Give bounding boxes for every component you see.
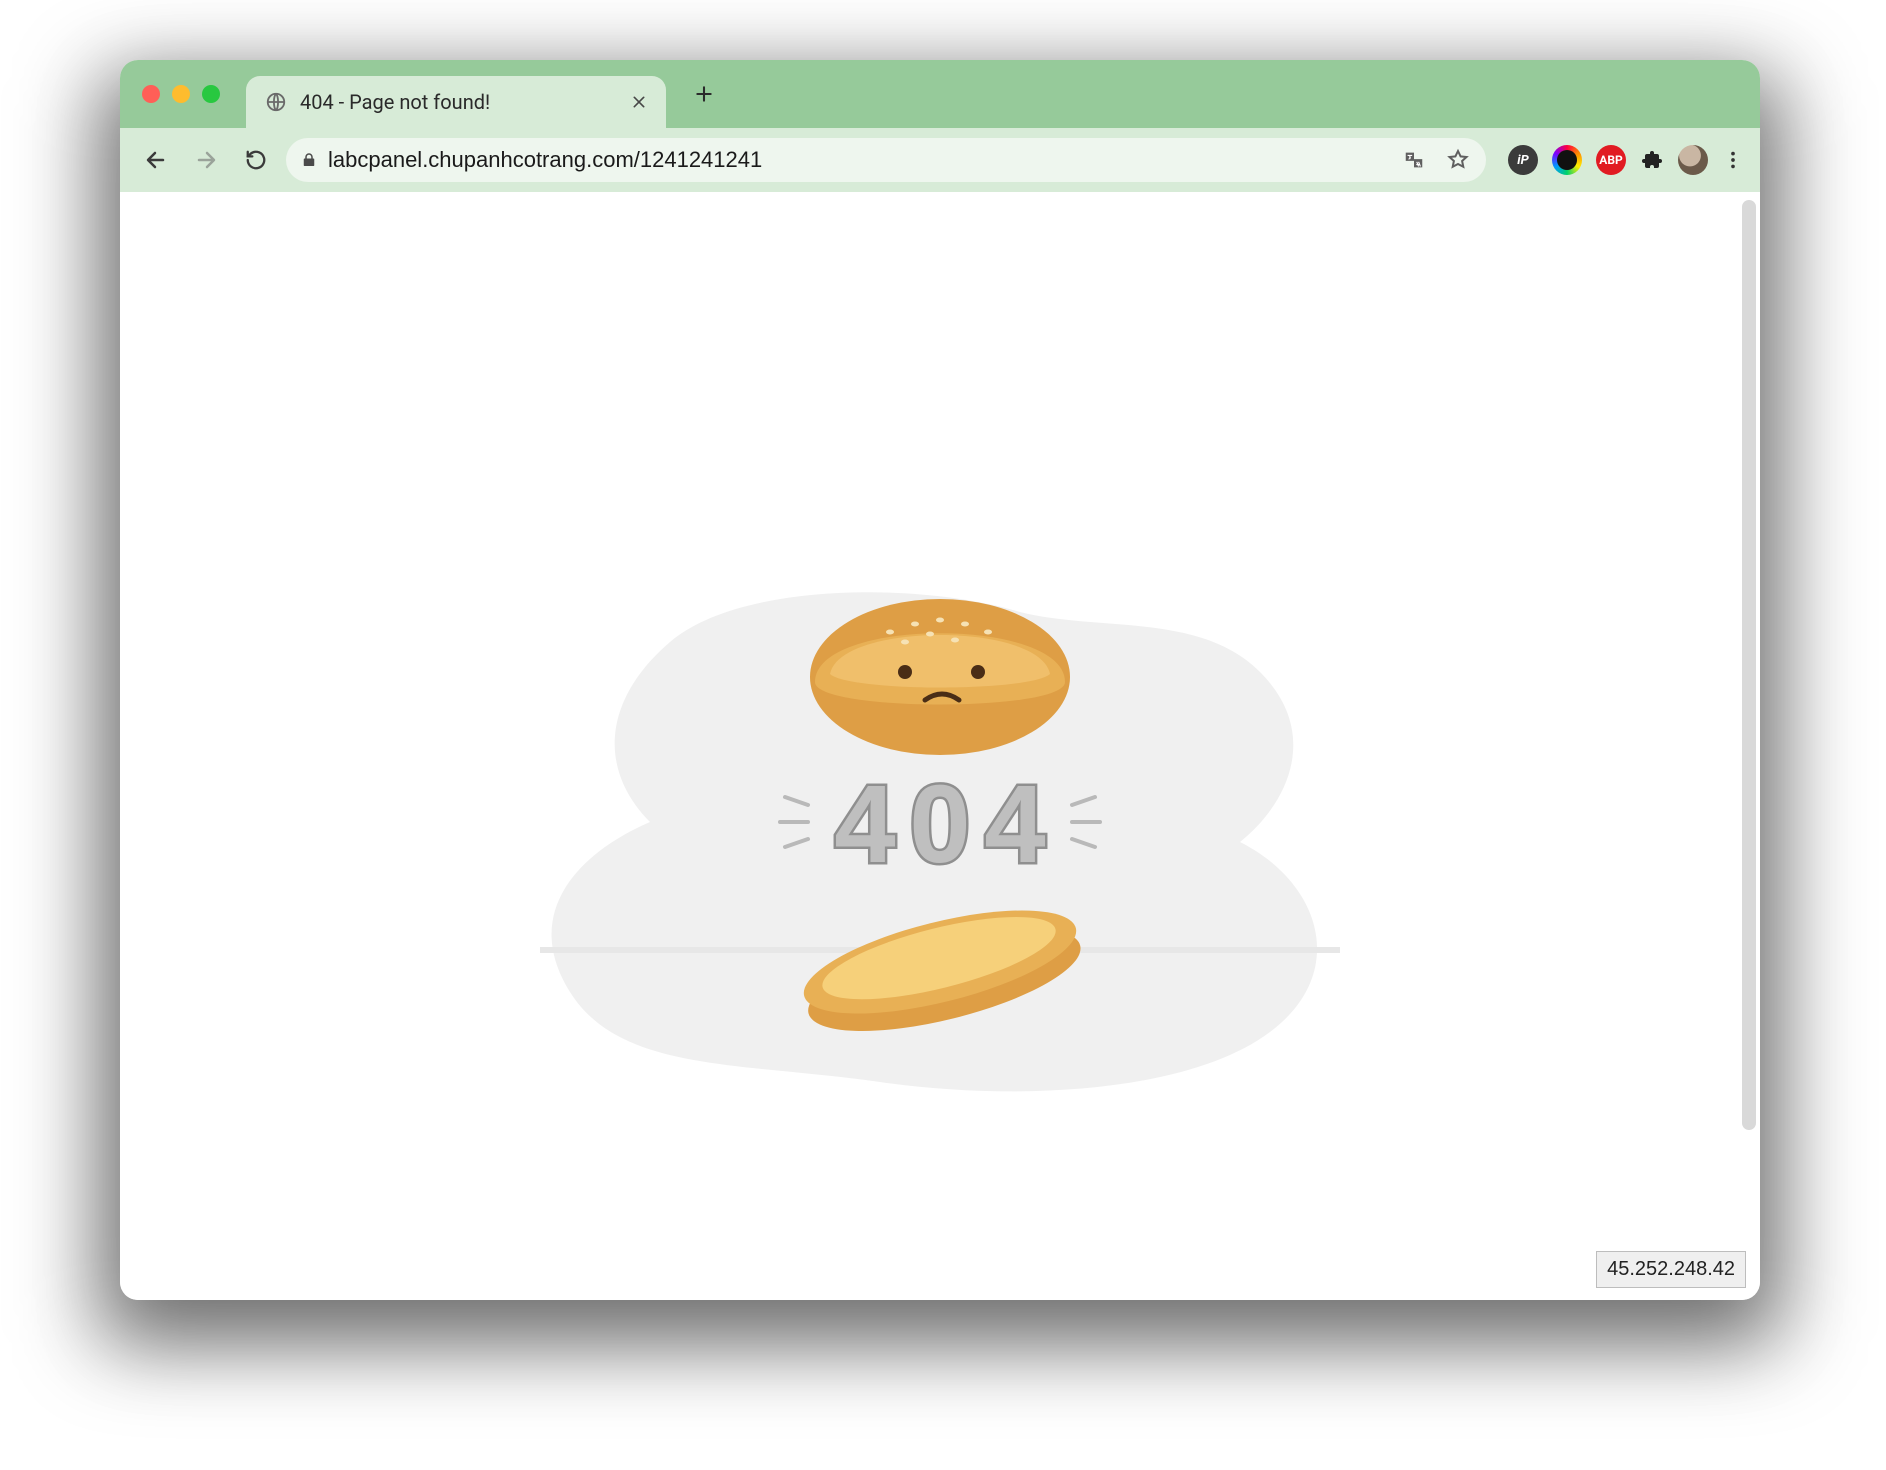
scrollbar[interactable]	[1742, 200, 1756, 1130]
fullscreen-window-button[interactable]	[202, 85, 220, 103]
ip-overlay: 45.252.248.42	[1596, 1251, 1746, 1288]
window-controls	[142, 85, 220, 103]
forward-button[interactable]	[186, 140, 226, 180]
back-button[interactable]	[136, 140, 176, 180]
extension-abp-icon[interactable]: ABP	[1596, 145, 1626, 175]
tab-strip: 404 - Page not found!	[120, 60, 1760, 128]
browser-tab[interactable]: 404 - Page not found!	[246, 76, 666, 128]
star-icon[interactable]	[1444, 146, 1472, 174]
background-blob	[500, 552, 1380, 1132]
url-text: labcpanel.chupanhcotrang.com/1241241241	[328, 147, 1390, 173]
menu-icon[interactable]	[1722, 149, 1744, 171]
browser-window: 404 - Page not found!	[120, 60, 1760, 1300]
translate-icon[interactable]	[1400, 146, 1428, 174]
close-tab-button[interactable]	[626, 89, 652, 115]
minimize-window-button[interactable]	[172, 85, 190, 103]
close-window-button[interactable]	[142, 85, 160, 103]
extensions-icon[interactable]	[1640, 148, 1664, 172]
extension-colorwheel-icon[interactable]	[1552, 145, 1582, 175]
extension-ip-icon[interactable]: iP	[1508, 145, 1538, 175]
browser-toolbar: labcpanel.chupanhcotrang.com/1241241241	[120, 128, 1760, 192]
reload-button[interactable]	[236, 140, 276, 180]
globe-icon	[264, 90, 288, 114]
toolbar-actions: iP ABP	[1508, 145, 1744, 175]
page-content: 4 0 4 45.252.248.42	[120, 192, 1760, 1300]
lock-icon	[300, 151, 318, 169]
new-tab-button[interactable]	[684, 74, 724, 114]
tab-title: 404 - Page not found!	[300, 90, 618, 114]
profile-avatar[interactable]	[1678, 145, 1708, 175]
address-bar[interactable]: labcpanel.chupanhcotrang.com/1241241241	[286, 138, 1486, 182]
